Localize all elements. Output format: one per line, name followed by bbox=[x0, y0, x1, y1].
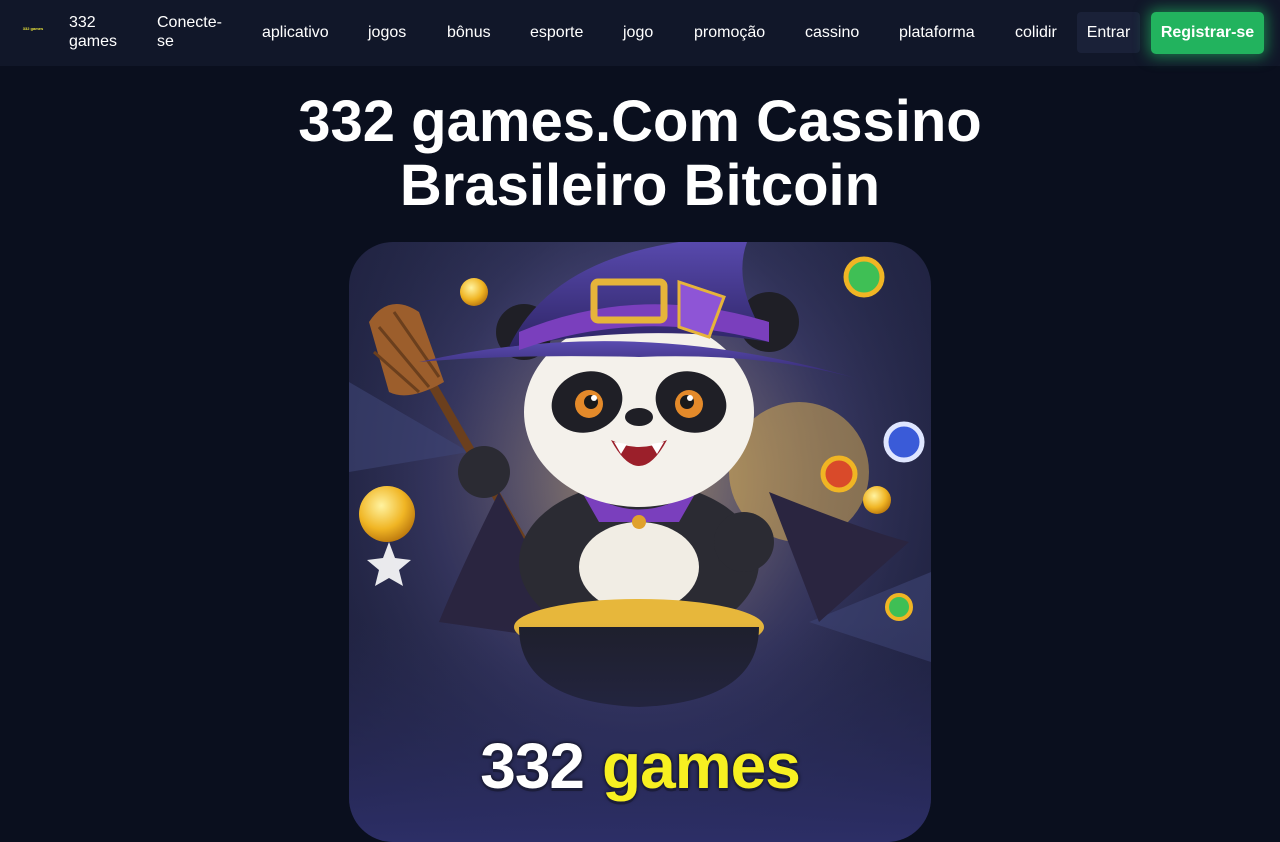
site-logo[interactable]: 332 games bbox=[22, 26, 44, 32]
nav-link-plataforma[interactable]: plataforma bbox=[899, 23, 975, 42]
nav-link-conecte-se[interactable]: Conecte-se bbox=[157, 13, 229, 51]
hero-brand-word: games bbox=[602, 730, 801, 802]
login-button[interactable]: Entrar bbox=[1077, 12, 1140, 53]
nav-link-cassino[interactable]: cassino bbox=[805, 23, 859, 42]
hero-brand-number: 332 bbox=[480, 730, 585, 802]
page-title: 332 games.Com Cassino Brasileiro Bitcoin bbox=[298, 89, 982, 218]
nav-link-aplicativo[interactable]: aplicativo bbox=[262, 23, 329, 42]
nav-link-bonus[interactable]: bônus bbox=[447, 23, 491, 42]
hero-image: 332 games bbox=[349, 242, 931, 842]
hero-brand-text: 332 games bbox=[349, 730, 931, 802]
nav-link-jogo[interactable]: jogo bbox=[623, 23, 653, 42]
top-navbar: 332 games 332 games Conecte-se aplicativo… bbox=[0, 0, 1280, 66]
nav-link-promocao[interactable]: promoção bbox=[694, 23, 765, 42]
logo-text: 332 games bbox=[22, 26, 44, 31]
nav-link-332-games[interactable]: 332 games bbox=[69, 13, 129, 51]
nav-link-esporte[interactable]: esporte bbox=[530, 23, 583, 42]
nav-link-jogos[interactable]: jogos bbox=[368, 23, 406, 42]
nav-link-colidir[interactable]: colidir bbox=[1015, 23, 1057, 42]
register-button[interactable]: Registrar-se bbox=[1151, 12, 1264, 54]
